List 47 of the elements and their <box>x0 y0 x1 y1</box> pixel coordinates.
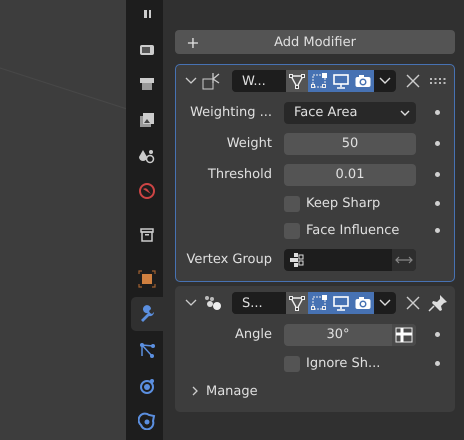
viewport-toggle[interactable] <box>330 70 352 92</box>
add-modifier-button[interactable]: + Add Modifier <box>175 30 455 54</box>
keyframe-dot[interactable] <box>435 228 440 233</box>
dots-icon <box>202 294 222 312</box>
dropdown[interactable]: Face Area <box>284 102 416 124</box>
number-field[interactable]: 0.01 <box>284 164 416 186</box>
render-toggle[interactable] <box>352 70 374 92</box>
chevron-icon[interactable] <box>190 386 200 396</box>
pin-icon[interactable] <box>428 294 448 312</box>
vertex-group-icon <box>290 252 304 266</box>
view-layer-icon <box>138 110 156 129</box>
angle-field[interactable]: 30° <box>284 324 416 346</box>
vertex-group-field[interactable] <box>284 248 416 270</box>
on-cage-toggle[interactable] <box>286 70 308 92</box>
number-field[interactable]: 50 <box>284 132 416 154</box>
checkbox-label: Ignore Sh... <box>306 356 380 371</box>
edit-mode-toggle[interactable] <box>308 70 330 92</box>
caret-icon[interactable] <box>379 77 391 85</box>
object-icon <box>138 270 156 288</box>
property-label: Angle <box>234 327 273 342</box>
subpanel-title[interactable]: Manage <box>206 384 258 398</box>
caret-icon <box>400 108 410 116</box>
collection-icon <box>138 226 156 244</box>
physics-icon <box>138 376 156 395</box>
tool-icon <box>143 10 151 18</box>
keyframe-dot[interactable] <box>435 172 440 177</box>
invert-icon[interactable] <box>395 256 413 264</box>
property-label: Vertex Group <box>186 252 273 267</box>
keyframe-dot[interactable] <box>435 332 440 337</box>
keyframe-dot[interactable] <box>435 361 440 366</box>
modifier-type-icon <box>202 72 222 90</box>
particles-icon <box>138 340 156 359</box>
viewport-toggle[interactable] <box>330 292 352 314</box>
decorator-icon[interactable] <box>395 326 413 342</box>
keyframe-dot[interactable] <box>435 141 440 146</box>
properties-tab[interactable] <box>131 297 163 332</box>
keyframe-dot[interactable] <box>435 110 440 115</box>
checkbox-label: Face Influence <box>306 223 400 238</box>
render-toggle[interactable] <box>352 292 374 314</box>
edit-mode-toggle[interactable] <box>308 292 330 314</box>
checkbox-label: Keep Sharp <box>306 196 380 211</box>
property-label: Weighting ... <box>189 105 273 120</box>
property-label: Weight <box>226 136 273 151</box>
caret-icon[interactable] <box>379 299 391 307</box>
on-cage-toggle[interactable] <box>286 292 308 314</box>
keyframe-dot[interactable] <box>435 201 440 206</box>
property-label: Threshold <box>206 167 273 182</box>
